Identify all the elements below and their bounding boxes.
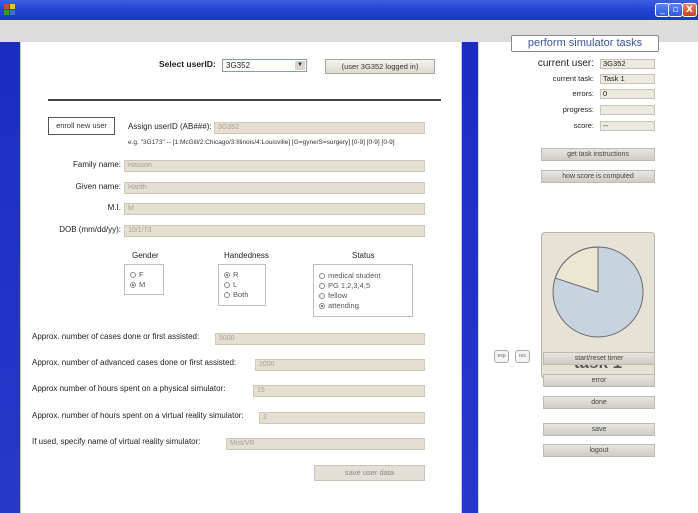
status-title: Status [352,251,375,260]
title-bar: _ ▫ X [0,0,698,20]
handedness-both-label: Both [233,290,249,299]
handedness-option-r[interactable]: R [224,271,238,279]
exp-button[interactable]: exp [494,350,509,363]
score-label: score: [573,121,594,130]
vr-name-label: If used, specify name of virtual reality… [32,437,201,446]
handedness-group: R L Both [218,264,266,306]
gender-group: F M [124,264,164,295]
chevron-down-icon[interactable]: ▼ [295,61,305,70]
handedness-r-label: R [233,270,239,279]
save-user-data-button[interactable]: save user data [314,465,425,481]
vr-sim-label: Approx. number of hours spent on a virtu… [32,411,244,420]
errors-value: 0 [600,89,655,99]
mi-label: M.I. [107,203,121,212]
current-user-label: current user: [537,58,594,69]
start-reset-timer-button[interactable]: start/reset timer [543,352,655,365]
radio-icon [319,293,325,300]
userid-hint: e.g. "3G173" -- [1:McGill/2:Chicago/3:Il… [128,139,395,146]
select-user-label: Select userID: [159,59,216,69]
advanced-cases-label: Approx. number of advanced cases done or… [32,358,237,367]
perform-simulator-tasks-heading: perform simulator tasks [511,35,659,52]
select-user-dropdown[interactable]: 3G352 ▼ [222,59,307,72]
app-window: { "window": { "buttons": { "minimize": "… [0,0,698,513]
status-fellow-label: fellow [328,291,348,300]
current-user-value: 3G352 [600,59,655,69]
done-button[interactable]: done [543,396,655,409]
vr-sim-input[interactable]: 2 [259,412,425,424]
physical-sim-label: Approx number of hours spent on a physic… [32,384,226,393]
logged-in-button[interactable]: (user 3G352 logged in) [325,59,435,74]
gender-option-f[interactable]: F [130,271,144,279]
dob-input[interactable]: 10/1/73 [124,225,425,237]
status-option-attending[interactable]: attending [319,302,359,310]
enroll-new-user-button[interactable]: enroll new user [48,117,115,135]
handedness-l-label: L [233,280,238,289]
radio-icon [224,282,230,289]
app-icon [4,4,15,15]
status-attending-label: attending [328,301,359,310]
cases-label: Approx. number of cases done or first as… [32,332,200,341]
errors-label: errors: [572,89,594,98]
error-button[interactable]: error [543,374,655,387]
radio-icon [319,273,325,280]
handedness-title: Handedness [224,251,269,260]
current-task-label: current task: [552,74,594,83]
mi-input[interactable]: M [124,203,425,215]
how-score-computed-button[interactable]: how score is computed [541,170,655,183]
physical-sim-input[interactable]: 15 [253,385,425,397]
gender-option-m[interactable]: M [130,281,145,289]
divider [48,99,441,101]
get-task-instructions-button[interactable]: get task instructions [541,148,655,161]
gender-title: Gender [132,251,159,260]
logout-button[interactable]: logout [543,444,655,457]
given-name-label: Given name: [75,182,121,191]
assign-userid-label: Assign userID (AB###): [128,122,212,131]
radio-selected-icon [319,303,325,310]
cases-input[interactable]: 5000 [215,333,425,345]
gender-m-label: M [139,280,146,289]
family-name-label: Family name: [72,160,121,169]
handedness-option-l[interactable]: L [224,281,237,289]
enrollment-panel: Select userID: 3G352 ▼ (user 3G352 logge… [20,42,462,513]
given-name-input[interactable]: Harith [124,182,425,194]
radio-selected-icon [224,272,230,279]
gender-f-label: F [139,270,144,279]
progress-bar [600,105,655,115]
status-option-pg[interactable]: PG 1,2,3,4,5 [319,282,370,290]
status-group: medical student PG 1,2,3,4,5 fellow atte… [313,264,413,317]
family-name-input[interactable]: Hasson [124,160,425,172]
assign-userid-input[interactable]: 3G352 [214,122,425,134]
advanced-cases-input[interactable]: 2000 [255,359,425,371]
simulator-panel: perform simulator tasks current user: 3G… [478,35,698,513]
radio-icon [224,292,230,299]
radio-selected-icon [130,282,136,289]
maximize-button[interactable]: ▫ [668,3,683,17]
radio-icon [130,272,136,279]
progress-label: progress: [562,105,594,114]
status-option-fellow[interactable]: fellow [319,292,347,300]
status-pg-label: PG 1,2,3,4,5 [328,281,371,290]
current-task-value: Task 1 [600,74,655,84]
handedness-option-both[interactable]: Both [224,291,248,299]
dob-label: DOB (mm/dd/yy): [59,225,121,234]
radio-icon [319,283,325,290]
status-medical-student-label: medical student [328,271,381,280]
save-button[interactable]: save [543,423,655,436]
vr-name-input[interactable]: Mist/VR [226,438,425,450]
rec-button[interactable]: rec [515,350,530,363]
timer-pie-chart [552,246,644,338]
score-value: -- [600,121,655,131]
close-button[interactable]: X [682,3,697,17]
select-user-value: 3G352 [226,61,251,70]
status-option-medical-student[interactable]: medical student [319,272,381,280]
